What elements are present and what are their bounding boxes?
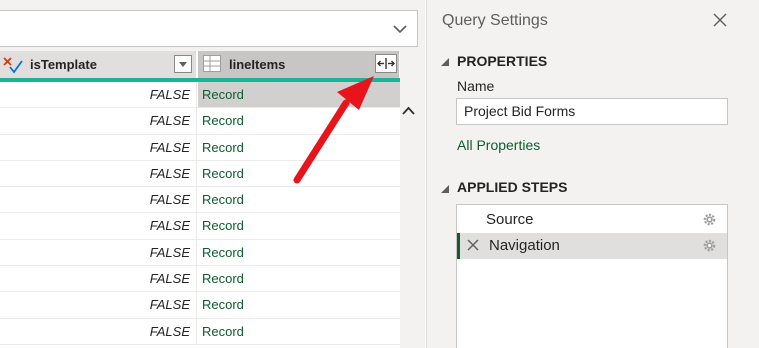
table-row[interactable]: FALSE Record <box>0 213 400 240</box>
lineitems-record-cell[interactable]: Record <box>198 240 400 265</box>
lineitems-record-cell[interactable]: Record <box>198 187 400 212</box>
column-name: isTemplate <box>30 57 97 72</box>
expand-arrows-icon <box>377 58 395 69</box>
table-row[interactable]: FALSE Record <box>0 292 400 319</box>
delete-step-icon[interactable] <box>467 239 479 251</box>
logical-type-icon[interactable] <box>2 55 24 75</box>
collapse-triangle-icon[interactable] <box>440 57 450 67</box>
all-properties-link[interactable]: All Properties <box>457 137 540 153</box>
applied-steps-heading: APPLIED STEPS <box>457 179 568 195</box>
istemplate-cell[interactable]: FALSE <box>0 213 197 239</box>
table-row[interactable]: FALSE Record <box>0 318 400 345</box>
lineitems-record-cell[interactable]: Record <box>198 292 400 317</box>
lineitems-record-cell[interactable]: Record <box>198 266 400 291</box>
scroll-up-icon[interactable] <box>402 106 415 116</box>
expand-column-button[interactable] <box>375 54 397 73</box>
lineitems-record-cell[interactable]: Record <box>198 108 400 133</box>
applied-steps-list: Source Navigation <box>456 204 728 348</box>
filter-dropdown-button[interactable] <box>174 55 192 73</box>
lineitems-record-cell[interactable]: Record <box>198 213 400 238</box>
name-label: Name <box>457 78 495 94</box>
step-label: Source <box>486 211 534 228</box>
table-row[interactable]: FALSE Record <box>0 108 400 135</box>
lineitems-record-cell[interactable]: Record <box>198 82 400 108</box>
gear-icon[interactable] <box>702 212 717 227</box>
step-label: Navigation <box>489 237 560 254</box>
chevron-down-icon[interactable] <box>393 22 407 36</box>
istemplate-cell[interactable]: FALSE <box>0 82 197 108</box>
data-grid: isTemplate lineItems FALSE Record FALSE … <box>0 51 400 348</box>
table-row[interactable]: FALSE Record <box>0 82 400 109</box>
caret-down-icon <box>179 62 187 67</box>
istemplate-cell[interactable]: FALSE <box>0 318 197 344</box>
query-settings-pane: Query Settings PROPERTIES Name Project B… <box>426 0 759 348</box>
properties-heading: PROPERTIES <box>457 53 548 69</box>
applied-step-navigation[interactable]: Navigation <box>457 233 727 259</box>
applied-step-source[interactable]: Source <box>457 207 727 233</box>
column-header-lineitems[interactable]: lineItems <box>198 51 400 78</box>
query-name-input[interactable]: Project Bid Forms <box>456 98 728 125</box>
istemplate-cell[interactable]: FALSE <box>0 160 197 187</box>
table-type-icon[interactable] <box>203 55 221 72</box>
formula-bar[interactable] <box>0 10 418 47</box>
close-icon[interactable] <box>713 13 727 27</box>
table-row[interactable]: FALSE Record <box>0 134 400 161</box>
istemplate-cell[interactable]: FALSE <box>0 292 197 318</box>
istemplate-cell[interactable]: FALSE <box>0 187 197 213</box>
grid-rows: FALSE Record FALSE Record FALSE Record FALSE Re… <box>0 82 400 345</box>
table-row[interactable]: FALSE Record <box>0 187 400 214</box>
lineitems-record-cell[interactable]: Record <box>198 319 400 344</box>
table-row[interactable]: FALSE Record <box>0 160 400 188</box>
istemplate-cell[interactable]: FALSE <box>0 108 197 134</box>
table-row[interactable]: FALSE Record <box>0 239 400 267</box>
column-name: lineItems <box>229 57 286 72</box>
istemplate-cell[interactable]: FALSE <box>0 134 197 160</box>
pane-title: Query Settings <box>442 12 548 29</box>
lineitems-record-cell[interactable]: Record <box>198 135 400 160</box>
lineitems-record-cell[interactable]: Record <box>198 161 400 186</box>
table-row[interactable]: FALSE Record <box>0 266 400 293</box>
column-header-istemplate[interactable]: isTemplate <box>0 51 197 78</box>
data-preview-area: isTemplate lineItems FALSE Record FALSE … <box>0 0 425 348</box>
gear-icon[interactable] <box>702 238 717 253</box>
vertical-scrollbar[interactable] <box>400 78 417 348</box>
istemplate-cell[interactable]: FALSE <box>0 266 197 292</box>
collapse-triangle-icon[interactable] <box>440 184 450 194</box>
istemplate-cell[interactable]: FALSE <box>0 239 197 266</box>
